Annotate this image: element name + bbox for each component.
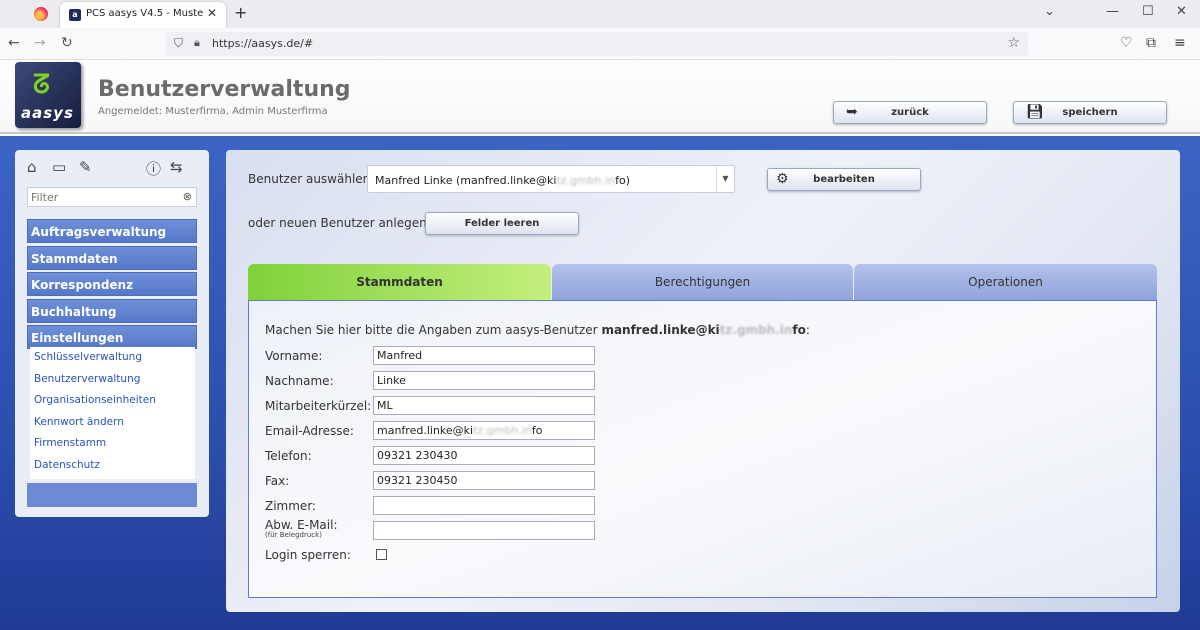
back-button[interactable]: ➥ zurück <box>833 101 987 124</box>
page-title: Benutzerverwaltung <box>98 77 351 102</box>
user-select[interactable]: Manfred Linke (manfred.linke@kitz.gmbh.i… <box>367 165 735 193</box>
sidebar-footer <box>27 483 197 507</box>
logged-in-info: Angemeldet: Musterfirma, Admin Musterfir… <box>98 106 328 117</box>
menu-buchhaltung[interactable]: Buchhaltung <box>27 299 197 323</box>
tools-icon[interactable]: ✎ <box>79 158 92 176</box>
kuerzel-label: Mitarbeiterkürzel: <box>265 399 372 413</box>
url-text[interactable]: https://aasys.de/# <box>212 37 313 50</box>
zimmer-input[interactable] <box>373 496 595 515</box>
shield-icon[interactable]: ⛉ <box>174 36 183 51</box>
abw-email-input[interactable] <box>373 521 595 540</box>
new-user-label: oder neuen Benutzer anlegen: <box>248 216 431 230</box>
maximize-icon[interactable]: ☐ <box>1142 4 1154 19</box>
clear-fields-button[interactable]: Felder leeren <box>425 212 579 235</box>
save-button[interactable]: 💾︎ speichern <box>1013 101 1167 124</box>
menu-einstellungen[interactable]: Einstellungen <box>27 325 197 349</box>
folder-icon[interactable]: ▭ <box>52 158 66 176</box>
vorname-label: Vorname: <box>265 349 323 363</box>
firefox-icon[interactable] <box>34 7 48 21</box>
tab-berechtigungen[interactable]: Berechtigungen <box>552 264 853 300</box>
submenu-benutzerverwaltung[interactable]: Benutzerverwaltung <box>30 369 195 391</box>
menu-auftragsverwaltung[interactable]: Auftragsverwaltung <box>27 219 197 243</box>
bookmark-star-icon[interactable]: ☆ <box>1007 35 1020 51</box>
login-sperren-label: Login sperren: <box>265 548 351 562</box>
nachname-input[interactable] <box>373 371 595 390</box>
stammdaten-form: Machen Sie hier bitte die Angaben zum aa… <box>248 300 1157 598</box>
close-tab-icon[interactable]: ✕ <box>207 6 217 20</box>
email-input[interactable]: manfred.linke@kitz.gmbh.info <box>373 421 595 440</box>
browser-tab-bar: a PCS aasys V4.5 - Musterfirma - ✕ + ⌄ —… <box>0 0 1200 28</box>
edit-button[interactable]: ⚙ bearbeiten <box>767 168 921 191</box>
tab-list-icon[interactable]: ⌄ <box>1044 4 1055 19</box>
abw-email-note: (für Belegdruck) <box>265 531 322 539</box>
fax-input[interactable] <box>373 471 595 490</box>
nachname-label: Nachname: <box>265 374 334 388</box>
url-bar[interactable]: ⛉ 🔒︎ https://aasys.de/# ☆ <box>166 32 1028 56</box>
select-user-label: Benutzer auswählen: <box>248 172 375 186</box>
intro-text: Machen Sie hier bitte die Angaben zum aa… <box>265 323 810 337</box>
reload-icon[interactable]: ↻ <box>61 35 73 51</box>
lock-icon[interactable]: 🔒︎ <box>194 36 200 50</box>
tab-title: PCS aasys V4.5 - Musterfirma - <box>86 8 204 19</box>
tab-stammdaten[interactable]: Stammdaten <box>248 264 551 300</box>
filter-input[interactable] <box>28 188 176 206</box>
submenu-firmenstamm[interactable]: Firmenstamm <box>30 433 195 455</box>
menu-stammdaten[interactable]: Stammdaten <box>27 246 197 270</box>
aasys-logo: ᘔ aasys <box>15 62 81 128</box>
submenu-datenschutz[interactable]: Datenschutz <box>30 455 195 477</box>
forward-arrow-icon[interactable]: → <box>34 35 46 51</box>
app-header: ᘔ aasys Benutzerverwaltung Angemeldet: M… <box>0 60 1200 134</box>
aasys-favicon: a <box>69 9 81 21</box>
minimize-icon[interactable]: — <box>1106 4 1119 19</box>
new-tab-icon[interactable]: + <box>234 3 247 22</box>
logo-text: aasys <box>21 104 74 122</box>
chevron-down-icon[interactable]: ▼ <box>716 166 734 192</box>
email-label: Email-Adresse: <box>265 424 354 438</box>
pocket-icon[interactable]: ♡ <box>1120 35 1133 51</box>
telefon-input[interactable] <box>373 446 595 465</box>
tab-operationen[interactable]: Operationen <box>854 264 1157 300</box>
kuerzel-input[interactable] <box>373 396 595 415</box>
browser-nav-bar: ← → ↻ ⛉ 🔒︎ https://aasys.de/# ☆ ♡ ⧉ ≡ <box>0 28 1200 60</box>
fax-label: Fax: <box>265 474 290 488</box>
zimmer-label: Zimmer: <box>265 499 317 513</box>
vorname-input[interactable] <box>373 346 595 365</box>
back-arrow-icon[interactable]: ← <box>8 35 20 51</box>
submenu-kennwort-aendern[interactable]: Kennwort ändern <box>30 412 195 434</box>
menu-icon[interactable]: ≡ <box>1174 35 1186 51</box>
abw-email-label: Abw. E-Mail: <box>265 518 338 532</box>
refresh-icon[interactable]: ⇆ <box>170 158 183 176</box>
logo-mark-icon: ᘔ <box>33 70 50 100</box>
login-sperren-checkbox[interactable] <box>376 549 387 560</box>
close-window-icon[interactable]: ✕ <box>1176 4 1187 19</box>
extensions-icon[interactable]: ⧉ <box>1146 35 1156 51</box>
telefon-label: Telefon: <box>265 449 312 463</box>
filter-field: ⊗ <box>27 187 197 207</box>
home-icon[interactable]: ⌂ <box>27 158 37 176</box>
clear-filter-icon[interactable]: ⊗ <box>183 190 192 203</box>
info-icon[interactable]: ⓘ <box>146 158 161 179</box>
submenu-organisationseinheiten[interactable]: Organisationseinheiten <box>30 390 195 412</box>
selected-user[interactable]: Manfred Linke (manfred.linke@kitz.gmbh.i… <box>375 174 630 187</box>
submenu-schluesselverwaltung[interactable]: Schlüsselverwaltung <box>30 347 195 369</box>
einstellungen-submenu: Schlüsselverwaltung Benutzerverwaltung O… <box>30 347 195 479</box>
main-panel: Benutzer auswählen: Manfred Linke (manfr… <box>226 150 1180 612</box>
browser-tab[interactable]: a PCS aasys V4.5 - Musterfirma - ✕ <box>60 2 226 28</box>
sidebar: ⌂ ▭ ✎ ⓘ ⇆ ⊗ Auftragsverwaltung Stammdate… <box>15 150 209 517</box>
menu-korrespondenz[interactable]: Korrespondenz <box>27 272 197 296</box>
